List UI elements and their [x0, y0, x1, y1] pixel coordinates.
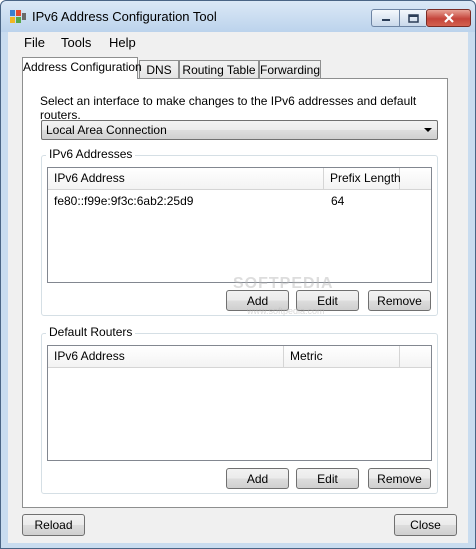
- row-ipv6-address: fe80::f99e:9f3c:6ab2:25d9: [54, 194, 194, 208]
- ipv6-addresses-list-header: IPv6 Address Prefix Length: [48, 168, 431, 190]
- column-router-ipv6-address[interactable]: IPv6 Address: [48, 346, 284, 367]
- watermark-url: www.softpedia.com: [247, 306, 325, 316]
- default-routers-list-header: IPv6 Address Metric: [48, 346, 431, 368]
- remove-router-button[interactable]: Remove: [368, 468, 431, 489]
- column-prefix-length[interactable]: Prefix Length: [324, 168, 401, 189]
- close-button[interactable]: Close: [394, 514, 457, 536]
- default-routers-group-title: Default Routers: [46, 325, 136, 339]
- ipv6-addresses-group-title: IPv6 Addresses: [46, 147, 136, 161]
- interface-select[interactable]: Local Area Connection: [41, 120, 438, 140]
- row-prefix-length: 64: [331, 194, 345, 208]
- add-router-button[interactable]: Add: [226, 468, 289, 489]
- menu-tools[interactable]: Tools: [61, 35, 91, 50]
- reload-button[interactable]: Reload: [22, 514, 85, 536]
- menu-bar: File Tools Help: [8, 32, 468, 54]
- maximize-icon: [400, 10, 426, 26]
- close-icon: [427, 10, 470, 26]
- tab-dns[interactable]: DNS: [139, 60, 179, 79]
- default-routers-list[interactable]: IPv6 Address Metric: [47, 345, 432, 461]
- edit-router-button[interactable]: Edit: [296, 468, 359, 489]
- watermark-logo: SOFTPEDIA: [233, 275, 334, 292]
- column-metric[interactable]: Metric: [284, 346, 400, 367]
- column-ipv6-address[interactable]: IPv6 Address: [48, 168, 324, 189]
- remove-address-button[interactable]: Remove: [368, 290, 431, 311]
- minimize-icon: [372, 10, 399, 26]
- ipv6-addresses-list[interactable]: IPv6 Address Prefix Length fe80::f99e:9f…: [47, 167, 432, 283]
- tab-address-configuration[interactable]: Address Configuration: [22, 57, 142, 79]
- tab-forwarding[interactable]: Forwarding: [259, 60, 321, 79]
- tab-routing-table[interactable]: Routing Table: [179, 60, 259, 79]
- minimize-button[interactable]: [371, 9, 399, 27]
- menu-file[interactable]: File: [24, 35, 45, 50]
- menu-help[interactable]: Help: [109, 35, 136, 50]
- network-app-icon: [10, 10, 26, 23]
- close-window-button[interactable]: [426, 9, 471, 27]
- app-window: IPv6 Address Configuration Tool File Too…: [0, 0, 476, 549]
- interface-select-value: Local Area Connection: [46, 123, 167, 137]
- chevron-down-icon: [424, 128, 432, 132]
- window-title: IPv6 Address Configuration Tool: [32, 9, 217, 24]
- address-configuration-page: Select an interface to make changes to t…: [22, 78, 448, 508]
- instruction-text: Select an interface to make changes to t…: [40, 94, 417, 122]
- title-bar[interactable]: IPv6 Address Configuration Tool: [1, 1, 475, 32]
- table-row[interactable]: fe80::f99e:9f3c:6ab2:25d9 64: [48, 191, 431, 209]
- maximize-button[interactable]: [399, 9, 426, 27]
